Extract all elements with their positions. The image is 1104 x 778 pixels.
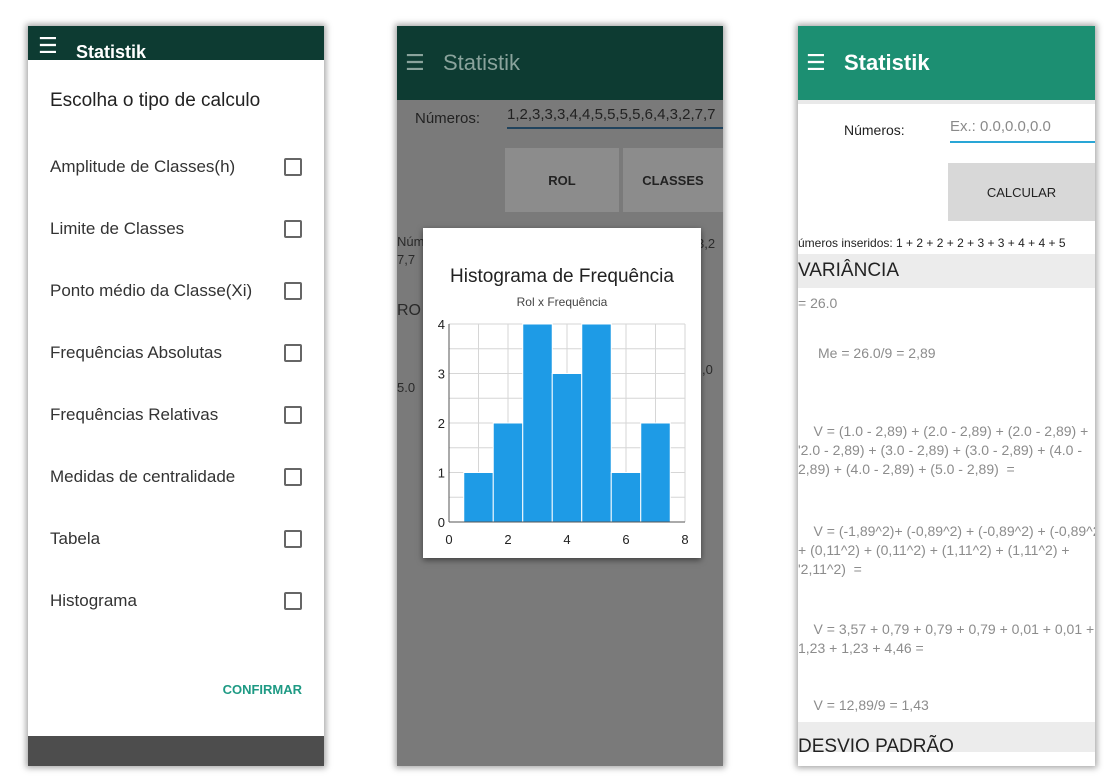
variance-result: V = 12,89/9 = 1,43: [798, 697, 929, 713]
option-checkbox[interactable]: [284, 220, 302, 238]
chart-subtitle: Rol x Frequência: [517, 295, 608, 309]
y-tick-label: 2: [438, 416, 445, 431]
numbers-label: Números:: [415, 110, 481, 127]
calculate-button[interactable]: CALCULAR: [948, 163, 1095, 221]
variance-step-3: V = 3,57 + 0,79 + 0,79 + 0,79 + 0,01 + 0…: [798, 621, 1095, 656]
option-row[interactable]: Ponto médio da Classe(Xi): [50, 276, 304, 306]
x-tick-label: 2: [504, 532, 511, 547]
x-tick-label: 8: [681, 532, 688, 547]
screen-calc-type-dialog: ☰ Statistik Escolha o tipo de calculo Am…: [28, 26, 324, 766]
option-label: Frequências Absolutas: [50, 343, 222, 362]
histogram-bar: [581, 323, 612, 523]
sum-line: = 26.0: [798, 295, 838, 311]
variance-heading: VARIÂNCIA: [798, 260, 900, 281]
option-label: Histograma: [50, 591, 137, 610]
option-label: Tabela: [50, 529, 101, 548]
y-tick-label: 0: [438, 515, 445, 530]
background-text-fragment: 7,7: [397, 252, 416, 267]
option-row[interactable]: Frequências Absolutas: [50, 338, 304, 368]
app-title: Statistik: [844, 50, 930, 75]
x-tick-label: 0: [445, 532, 452, 547]
hamburger-menu-icon[interactable]: ☰: [806, 50, 828, 76]
y-tick-label: 4: [438, 317, 445, 332]
histogram-bar: [492, 422, 524, 523]
option-row[interactable]: Tabela: [50, 524, 304, 554]
option-label: Frequências Relativas: [50, 405, 219, 424]
option-row[interactable]: Medidas de centralidade: [50, 462, 304, 492]
option-row[interactable]: Limite de Classes: [50, 214, 304, 244]
option-row[interactable]: Histograma: [50, 586, 304, 616]
numbers-input[interactable]: 1,2,3,3,3,4,4,5,5,5,5,6,4,3,2,7,7: [507, 106, 723, 129]
hamburger-menu-icon[interactable]: ☰: [38, 33, 60, 59]
option-label: Amplitude de Classes(h): [50, 157, 236, 176]
option-checkbox[interactable]: [284, 406, 302, 424]
screen-histogram: ☰ Statistik Números: 1,2,3,3,3,4,4,5,5,5…: [397, 26, 723, 766]
toolbar-shadow: [798, 100, 1095, 104]
histogram-bar: [551, 373, 583, 523]
histogram-chart: Histograma de Frequência Rol x Frequência…: [438, 266, 689, 547]
x-tick-label: 4: [563, 532, 570, 547]
histogram-bar: [463, 472, 494, 523]
background-text-fragment: Núm: [397, 234, 425, 249]
hamburger-menu-icon[interactable]: ☰: [405, 50, 427, 76]
y-tick-label: 1: [438, 466, 445, 481]
mean-line: Me = 26.0/9 = 2,89: [798, 344, 936, 363]
histogram-bar: [610, 472, 642, 523]
rol-button[interactable]: ROL: [505, 148, 619, 212]
app-bar: ☰ Statistik: [397, 26, 723, 100]
option-label: Ponto médio da Classe(Xi): [50, 281, 253, 300]
classes-button[interactable]: CLASSES: [623, 148, 723, 212]
variance-step-1: V = (1.0 - 2,89) + (2.0 - 2,89) + (2.0 -…: [798, 423, 1089, 477]
option-row[interactable]: Amplitude de Classes(h): [50, 152, 304, 182]
y-tick-label: 3: [438, 367, 445, 382]
option-row[interactable]: Frequências Relativas: [50, 400, 304, 430]
x-tick-label: 6: [622, 532, 629, 547]
option-checkbox[interactable]: [284, 344, 302, 362]
option-checkbox[interactable]: [284, 592, 302, 610]
stddev-heading: DESVIO PADRÃO: [798, 736, 954, 757]
option-checkbox[interactable]: [284, 468, 302, 486]
histogram-bar: [522, 323, 553, 523]
inserted-numbers-text: úmeros inseridos: 1 + 2 + 2 + 2 + 3 + 3 …: [798, 236, 1066, 250]
app-bar: ☰ Statistik: [798, 26, 1095, 100]
option-checkbox[interactable]: [284, 282, 302, 300]
mean-text: Me = 26.0/9 = 2,89: [818, 345, 936, 361]
chart-title: Histograma de Frequência: [450, 266, 674, 287]
app-title: Statistik: [443, 50, 521, 75]
numbers-label: Números:: [844, 122, 905, 138]
screen-variance-results: ☰ Statistik Números: Ex.: 0.0,0.0,0.0 CA…: [798, 26, 1095, 766]
option-checkbox[interactable]: [284, 530, 302, 548]
dim-overlay: [28, 736, 324, 766]
background-text-fragment: RO: [397, 302, 421, 319]
confirm-button[interactable]: CONFIRMAR: [223, 682, 302, 697]
option-label: Medidas de centralidade: [50, 467, 236, 486]
histogram-popup: Histograma de Frequência Rol x Frequência…: [423, 228, 701, 558]
option-checkbox[interactable]: [284, 158, 302, 176]
background-text-fragment: ,0: [702, 362, 713, 377]
background-text-fragment: 5.0: [397, 380, 416, 395]
variance-step-2: V = (-1,89^2)+ (-0,89^2) + (-0,89^2) + (…: [798, 523, 1095, 577]
histogram-bar: [640, 422, 671, 523]
numbers-input[interactable]: Ex.: 0.0,0.0,0.0: [950, 118, 1095, 143]
dialog-title: Escolha o tipo de calculo: [50, 90, 261, 111]
option-label: Limite de Classes: [50, 219, 185, 238]
